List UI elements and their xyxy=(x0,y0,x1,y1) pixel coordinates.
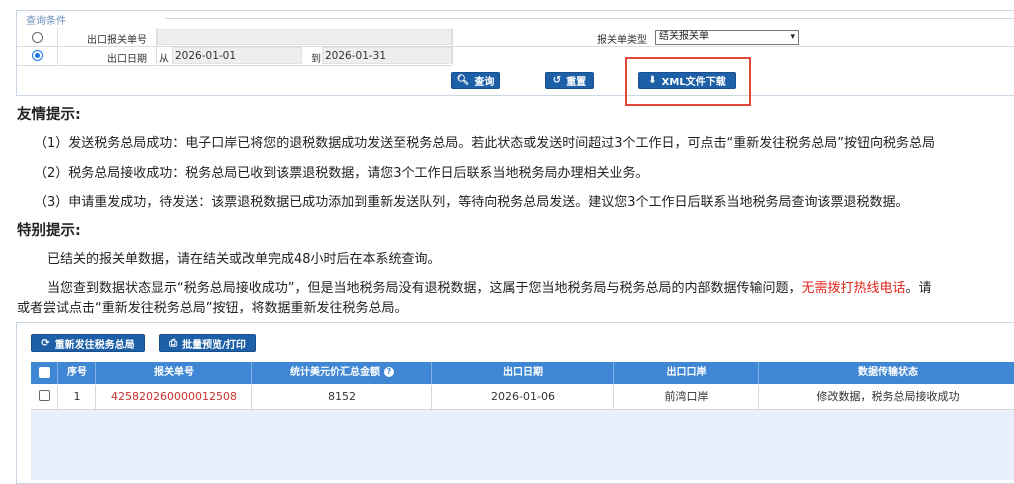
legend-line xyxy=(165,18,1014,19)
chevron-down-icon: ▾ xyxy=(790,32,795,42)
port-cell: 前湾口岸 xyxy=(613,385,759,409)
search-button[interactable]: 🔍︎ 查询 xyxy=(451,72,500,89)
radio-declaration-no[interactable] xyxy=(32,32,43,43)
query-legend: 查询条件 xyxy=(24,12,68,27)
declaration-no-label: 出口报关单号 xyxy=(87,35,147,46)
print-icon: ⎙ xyxy=(169,337,178,349)
declaration-type-value: 结关报关单 xyxy=(659,31,709,42)
to-date-value: 2026-01-31 xyxy=(325,50,387,62)
highlight-box xyxy=(625,57,751,106)
row-select-cell xyxy=(31,385,57,409)
tip-item: （3）申请重发成功，待发送：该票退税数据已成功添加到重新发送队列，等待向税务总局… xyxy=(34,195,909,210)
select-all-cell xyxy=(31,362,57,384)
table-header: 序号 报关单号 统计美元价汇总金额? 出口日期 出口口岸 数据传输状态 xyxy=(31,362,1014,384)
special-line: 或者尝试点击“重新发往税务总局”按钮，将数据重新发往税务总局。 xyxy=(17,301,408,316)
tip-item: （2）税务总局接收成功：税务总局已收到该票退税数据，请您3个工作日后联系当地税务… xyxy=(34,166,649,181)
column-header[interactable]: 报关单号 xyxy=(95,362,252,384)
tips-heading: 友情提示: xyxy=(17,107,81,123)
export-date-label: 出口日期 xyxy=(107,54,147,65)
declaration-type-label: 报关单类型 xyxy=(597,35,647,46)
column-separator xyxy=(452,28,453,65)
table-row[interactable]: 1 425820260000012508 8152 2026-01-06 前湾口… xyxy=(31,385,1014,410)
column-header[interactable]: 数据传输状态 xyxy=(758,362,1014,384)
from-date-input[interactable]: 2026-01-01 xyxy=(172,47,302,64)
column-header-label: 统计美元价汇总金额 xyxy=(290,367,380,378)
reset-button[interactable]: ↺ 重置 xyxy=(545,72,594,89)
column-separator xyxy=(57,28,58,65)
column-header[interactable]: 出口口岸 xyxy=(613,362,759,384)
row-checkbox[interactable] xyxy=(39,390,50,401)
reset-icon: ↺ xyxy=(552,75,562,86)
status-cell: 修改数据，税务总局接收成功 xyxy=(758,385,1014,409)
from-date-value: 2026-01-01 xyxy=(175,50,237,62)
row-separator xyxy=(17,65,452,66)
batch-print-label: 批量预览/打印 xyxy=(182,339,246,351)
help-icon[interactable]: ? xyxy=(384,367,394,377)
resend-button-label: 重新发往税务总局 xyxy=(54,339,135,351)
column-header[interactable]: 序号 xyxy=(57,362,96,384)
special-text: 当您查到数据状态显示“税务总局接收成功”，但是当地税务局没有退税数据，这属于您当… xyxy=(47,281,802,296)
row-separator xyxy=(17,46,1014,47)
declaration-no-link[interactable]: 425820260000012508 xyxy=(95,385,252,409)
search-icon: 🔍︎ xyxy=(456,75,470,86)
table-empty-area xyxy=(31,410,1014,480)
column-header[interactable]: 出口日期 xyxy=(431,362,614,384)
declaration-no-input[interactable] xyxy=(157,29,452,45)
from-label: 从 xyxy=(159,54,169,65)
usd-total-cell: 8152 xyxy=(251,385,432,409)
special-line: 已结关的报关单数据，请在结关或改单完成48小时后在本系统查询。 xyxy=(47,252,441,267)
special-text: 。请 xyxy=(905,281,932,296)
batch-print-button[interactable]: ⎙ 批量预览/打印 xyxy=(159,334,256,352)
to-label: 到 xyxy=(311,54,321,65)
radio-export-date[interactable] xyxy=(32,50,43,61)
tip-item: （1）发送税务总局成功：电子口岸已将您的退税数据成功发送至税务总局。若此状态或发… xyxy=(34,136,936,151)
hotline-warning: 无需拨打热线电话 xyxy=(801,281,906,296)
row-index: 1 xyxy=(57,385,96,409)
special-heading: 特别提示: xyxy=(17,223,81,239)
export-date-cell: 2026-01-06 xyxy=(431,385,614,409)
special-line: 当您查到数据状态显示“税务总局接收成功”，但是当地税务局没有退税数据，这属于您当… xyxy=(47,277,932,296)
search-button-label: 查询 xyxy=(474,77,495,88)
to-date-input[interactable]: 2026-01-31 xyxy=(322,47,452,64)
declaration-type-select[interactable]: 结关报关单 ▾ xyxy=(655,30,799,45)
resend-button[interactable]: ⟳ 重新发往税务总局 xyxy=(31,334,145,352)
select-all-checkbox[interactable] xyxy=(39,367,50,378)
column-header[interactable]: 统计美元价汇总金额? xyxy=(251,362,432,384)
reset-button-label: 重置 xyxy=(566,77,587,88)
refresh-icon: ⟳ xyxy=(41,337,50,349)
